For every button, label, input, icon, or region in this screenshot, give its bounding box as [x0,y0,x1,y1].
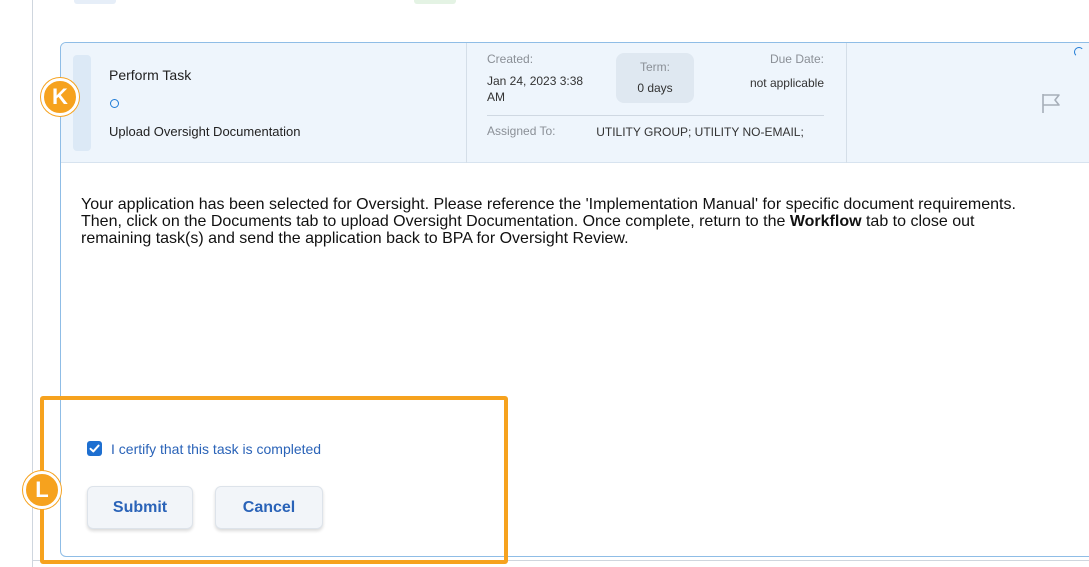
annotation-marker-k: K [41,78,79,116]
task-description: Your application has been selected for O… [81,196,1031,247]
due-date-value: not applicable [749,76,824,90]
annotation-highlight-box [40,396,508,564]
term-value: 0 days [637,81,673,95]
annotation-marker-l: L [23,471,61,509]
header-divider [846,43,847,163]
flag-icon[interactable] [1039,91,1063,115]
due-date-label: Due Date: [769,52,824,66]
marker-l-label: L [35,477,49,502]
assigned-to-value: UTILITY GROUP; UTILITY NO-EMAIL; [596,125,804,139]
meta-divider [487,115,824,116]
header-divider [466,43,467,163]
term-label: Term: [640,60,670,74]
assigned-to-label: Assigned To: [487,124,556,138]
task-title: Perform Task [109,67,192,83]
term-box: Term: 0 days [616,53,694,103]
task-subtitle: Upload Oversight Documentation [109,124,301,139]
workflow-emphasis: Workflow [789,213,862,230]
legend-chip [414,0,456,4]
status-circle-icon [110,99,119,108]
screenshot-stage: Perform Task Upload Oversight Documentat… [0,0,1089,567]
marker-k-label: K [52,84,68,109]
created-label: Created: [487,52,534,66]
created-value: Jan 24, 2023 3:38 AM [487,74,584,104]
refresh-icon[interactable] [1074,47,1084,57]
task-card-header: Perform Task Upload Oversight Documentat… [61,43,1089,163]
cut-off-legend [0,0,1089,10]
legend-chip [74,0,116,4]
